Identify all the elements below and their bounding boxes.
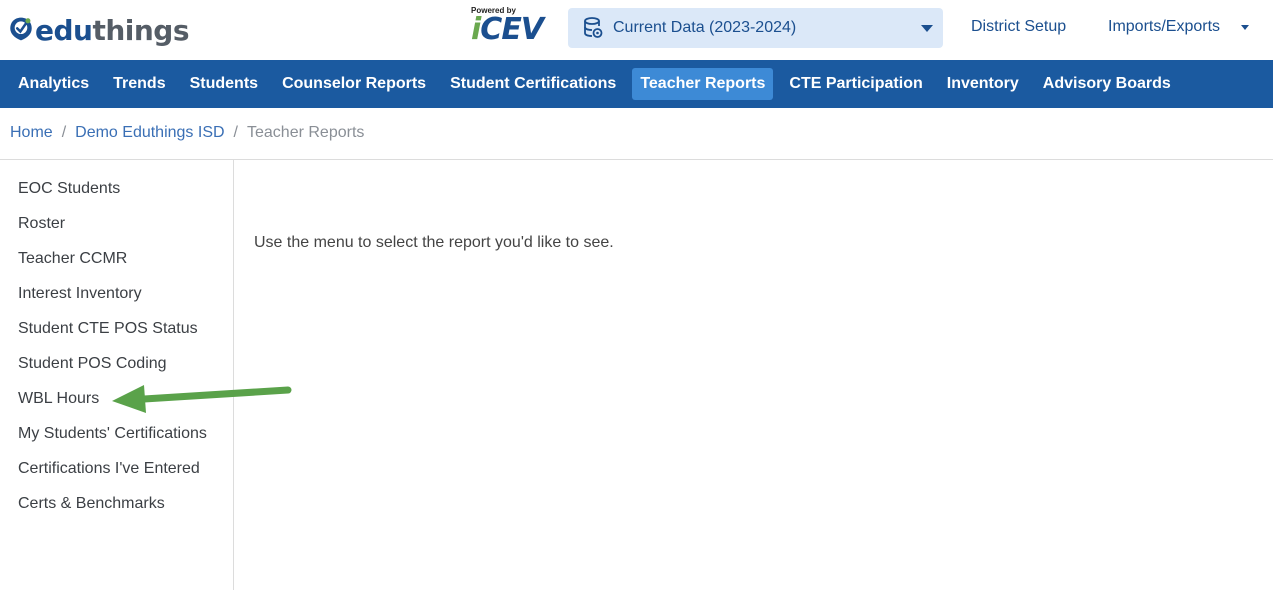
sidebar-item-student-pos-coding[interactable]: Student POS Coding (18, 355, 167, 373)
empty-state-message: Use the menu to select the report you'd … (254, 234, 614, 251)
nav-students[interactable]: Students (182, 68, 266, 100)
sidebar-item-certs-benchmarks[interactable]: Certs & Benchmarks (18, 495, 165, 513)
breadcrumb: Home / Demo Eduthings ISD / Teacher Repo… (10, 124, 364, 142)
logo-text-edu: edu (34, 13, 93, 47)
data-year-label: Current Data (2023-2024) (613, 19, 797, 36)
sidebar-item-student-cte-pos-status[interactable]: Student CTE POS Status (18, 320, 198, 338)
sidebar-item-roster[interactable]: Roster (18, 215, 65, 233)
sidebar-item-eoc-students[interactable]: EOC Students (18, 180, 120, 198)
database-icon (584, 17, 603, 38)
nav-cte-participation[interactable]: CTE Participation (781, 68, 930, 100)
sidebar-item-my-students-certifications[interactable]: My Students' Certifications (18, 425, 207, 443)
eduthings-logo-icon (10, 17, 32, 41)
breadcrumb-current: Teacher Reports (247, 124, 365, 141)
top-header: eduthings Powered by iCEV Current Data (… (0, 0, 1273, 60)
breadcrumb-district[interactable]: Demo Eduthings ISD (75, 124, 224, 142)
eduthings-logo[interactable]: eduthings (9, 9, 189, 49)
sidebar-item-teacher-ccmr[interactable]: Teacher CCMR (18, 250, 127, 268)
nav-trends[interactable]: Trends (105, 68, 173, 100)
imports-exports-menu[interactable]: Imports/Exports (1108, 18, 1220, 36)
annotation-arrow-icon (112, 385, 292, 413)
main-nav: Analytics Trends Students Counselor Repo… (0, 60, 1273, 108)
sidebar-item-wbl-hours[interactable]: WBL Hours (18, 390, 99, 408)
nav-inventory[interactable]: Inventory (939, 68, 1027, 100)
breadcrumb-separator: / (233, 124, 238, 141)
nav-student-certifications[interactable]: Student Certifications (442, 68, 624, 100)
nav-teacher-reports[interactable]: Teacher Reports (632, 68, 774, 100)
sidebar-item-interest-inventory[interactable]: Interest Inventory (18, 285, 142, 303)
breadcrumb-separator: / (61, 124, 67, 141)
district-setup-link[interactable]: District Setup (971, 18, 1066, 36)
icev-logo: Powered by iCEV (471, 6, 555, 48)
caret-down-icon[interactable] (1241, 25, 1249, 30)
sidebar-item-certifications-entered[interactable]: Certifications I've Entered (18, 460, 200, 478)
chevron-down-icon (921, 25, 933, 32)
breadcrumb-home[interactable]: Home (10, 124, 53, 142)
data-year-select[interactable]: Current Data (2023-2024) (568, 8, 943, 48)
icev-cev: CEV (480, 12, 544, 47)
nav-analytics[interactable]: Analytics (10, 68, 97, 100)
logo-text-things: things (92, 13, 189, 47)
icev-i: i (471, 12, 481, 47)
report-sidebar: EOC Students Roster Teacher CCMR Interes… (0, 160, 234, 590)
nav-counselor-reports[interactable]: Counselor Reports (274, 68, 434, 100)
nav-advisory-boards[interactable]: Advisory Boards (1035, 68, 1179, 100)
